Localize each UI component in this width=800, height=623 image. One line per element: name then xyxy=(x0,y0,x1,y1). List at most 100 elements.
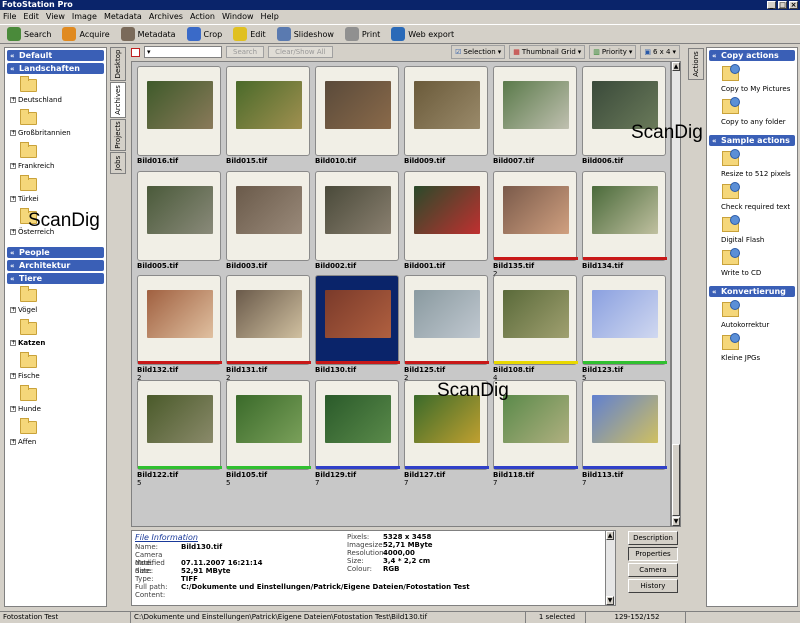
thumbnail-card[interactable] xyxy=(226,379,311,470)
search-input[interactable]: ▾ xyxy=(144,46,222,58)
folder-item-türkei[interactable]: + Türkei xyxy=(9,175,104,208)
thumbnail-card[interactable] xyxy=(226,275,311,365)
file-info-link[interactable]: File Information xyxy=(135,533,198,542)
expand-icon[interactable]: + xyxy=(10,163,16,169)
expand-icon[interactable]: + xyxy=(10,406,16,412)
action-item-autokorrektur[interactable]: Autokorrektur xyxy=(711,299,795,332)
thumbnail-item[interactable]: Bild003.tif xyxy=(226,170,310,270)
expand-icon[interactable]: + xyxy=(10,130,16,136)
search-button[interactable]: Search xyxy=(226,46,265,58)
thumbnail-item[interactable]: Bild125.tif 2 xyxy=(404,275,489,382)
expand-icon[interactable]: + xyxy=(10,229,16,235)
tab-jobs[interactable]: Jobs xyxy=(110,152,126,174)
section-header-tiere[interactable]: « Tiere xyxy=(7,273,104,284)
thumbnail-item[interactable]: Bild010.tif xyxy=(315,66,399,165)
slideshow-toolbar-button[interactable]: Slideshow xyxy=(274,25,337,43)
thumbnail-item[interactable]: Bild131.tif 2 xyxy=(226,275,311,382)
menu-help[interactable]: Help xyxy=(261,11,279,23)
selection-dropdown[interactable]: ☑ Selection ▾ xyxy=(451,45,506,59)
action-item-copy-to-any-folder[interactable]: Copy to any folder xyxy=(711,96,795,129)
menu-view[interactable]: View xyxy=(46,11,65,23)
folder-item-frankreich[interactable]: + Frankreich xyxy=(9,142,104,175)
close-button[interactable]: × xyxy=(789,1,798,9)
action-item-copy-to-my-pictures[interactable]: Copy to My Pictures xyxy=(711,63,795,96)
menu-image[interactable]: Image xyxy=(72,11,97,23)
view-mode-dropdown[interactable]: ▦ Thumbnail Grid ▾ xyxy=(509,45,586,59)
history-button[interactable]: History xyxy=(628,579,678,593)
folder-item-deutschland[interactable]: + Deutschland xyxy=(9,76,104,109)
thumbnail-card[interactable] xyxy=(137,170,221,261)
thumbnail-card[interactable] xyxy=(226,170,310,261)
thumbnail-item[interactable]: Bild134.tif xyxy=(582,170,667,270)
thumbnail-item[interactable]: Bild135.tif 2 xyxy=(493,170,578,278)
menu-edit[interactable]: Edit xyxy=(23,11,39,23)
info-scroll-down-icon[interactable]: ▼ xyxy=(606,596,614,605)
scroll-thumb[interactable] xyxy=(672,444,680,516)
print-toolbar-button[interactable]: Print xyxy=(342,25,383,43)
sort-dropdown[interactable]: ▥ Priority ▾ xyxy=(589,45,637,59)
thumbnail-card[interactable] xyxy=(315,170,399,261)
minimize-button[interactable]: _ xyxy=(767,1,776,9)
maximize-button[interactable]: □ xyxy=(778,1,787,9)
grid-size-dropdown[interactable]: ▣ 6 x 4 ▾ xyxy=(640,45,680,59)
thumbnail-card[interactable] xyxy=(315,379,400,470)
section-header-copy-actions[interactable]: « Copy actions xyxy=(709,50,795,61)
tab-projects[interactable]: Projects xyxy=(110,119,126,151)
thumbnail-item[interactable]: Bild105.tif 5 xyxy=(226,379,311,487)
menu-archives[interactable]: Archives xyxy=(149,11,183,23)
folder-item-katzen[interactable]: + Katzen xyxy=(9,319,104,352)
expand-icon[interactable]: + xyxy=(10,307,16,313)
section-header-architektur[interactable]: « Architektur xyxy=(7,260,104,271)
menu-action[interactable]: Action xyxy=(190,11,215,23)
thumbnail-item[interactable]: Bild129.tif 7 xyxy=(315,379,400,487)
section-header-default[interactable]: « Default xyxy=(7,50,104,61)
expand-icon[interactable]: + xyxy=(10,373,16,379)
section-header-sample-actions[interactable]: « Sample actions xyxy=(709,135,795,146)
action-item-digital-flash[interactable]: Digital Flash xyxy=(711,214,795,247)
stop-icon[interactable] xyxy=(131,47,140,57)
thumbnail-item[interactable]: Bild122.tif 5 xyxy=(137,379,222,487)
thumbnail-item[interactable]: Bild113.tif 7 xyxy=(582,379,667,487)
thumbnail-item[interactable]: Bild005.tif xyxy=(137,170,221,270)
description-button[interactable]: Description xyxy=(628,531,678,545)
thumbnail-card[interactable] xyxy=(404,66,488,156)
thumbnail-item[interactable]: Bild006.tif xyxy=(582,66,666,165)
thumbnail-card[interactable] xyxy=(404,275,489,365)
camera-button[interactable]: Camera xyxy=(628,563,678,577)
menu-window[interactable]: Window xyxy=(222,11,254,23)
acquire-toolbar-button[interactable]: Acquire xyxy=(59,25,112,43)
menu-metadata[interactable]: Metadata xyxy=(104,11,142,23)
thumbnail-card[interactable] xyxy=(315,275,400,365)
properties-button[interactable]: Properties xyxy=(628,547,678,561)
expand-icon[interactable]: + xyxy=(10,97,16,103)
thumbnail-item[interactable]: Bild002.tif xyxy=(315,170,399,270)
thumbnail-item[interactable]: Bild108.tif 4 xyxy=(493,275,578,382)
tab-actions[interactable]: Actions xyxy=(688,48,704,80)
search-toolbar-button[interactable]: Search xyxy=(4,25,54,43)
thumbnail-item[interactable]: Bild007.tif xyxy=(493,66,577,165)
expand-icon[interactable]: + xyxy=(10,439,16,445)
info-scrollbar[interactable]: ▲ ▼ xyxy=(605,531,615,605)
action-item-check-required-text[interactable]: Check required text xyxy=(711,181,795,214)
web-export-toolbar-button[interactable]: Web export xyxy=(388,25,457,43)
thumbnail-item[interactable]: Bild015.tif xyxy=(226,66,310,165)
action-item-write-to-cd[interactable]: Write to CD xyxy=(711,247,795,280)
thumbnail-card[interactable] xyxy=(582,170,667,261)
thumbnail-item[interactable]: Bild016.tif xyxy=(137,66,221,165)
thumbnail-item[interactable]: Bild130.tif xyxy=(315,275,400,374)
thumbnail-card[interactable] xyxy=(137,379,222,470)
thumbnail-card[interactable] xyxy=(137,66,221,156)
thumbnail-card[interactable] xyxy=(404,170,488,261)
folder-item-vögel[interactable]: + Vögel xyxy=(9,286,104,319)
scroll-up-icon[interactable]: ▲ xyxy=(672,62,680,71)
crop-toolbar-button[interactable]: Crop xyxy=(184,25,226,43)
folder-item-fische[interactable]: + Fische xyxy=(9,352,104,385)
info-scroll-up-icon[interactable]: ▲ xyxy=(606,531,614,540)
action-item-resize-to-512-pixels[interactable]: Resize to 512 pixels xyxy=(711,148,795,181)
section-header-people[interactable]: « People xyxy=(7,247,104,258)
metadata-toolbar-button[interactable]: Metadata xyxy=(118,25,179,43)
tab-desktop[interactable]: Desktop xyxy=(110,47,126,81)
thumbnail-item[interactable]: Bild001.tif xyxy=(404,170,488,270)
folder-item-großbritannien[interactable]: + Großbritannien xyxy=(9,109,104,142)
thumbnail-card[interactable] xyxy=(315,66,399,156)
